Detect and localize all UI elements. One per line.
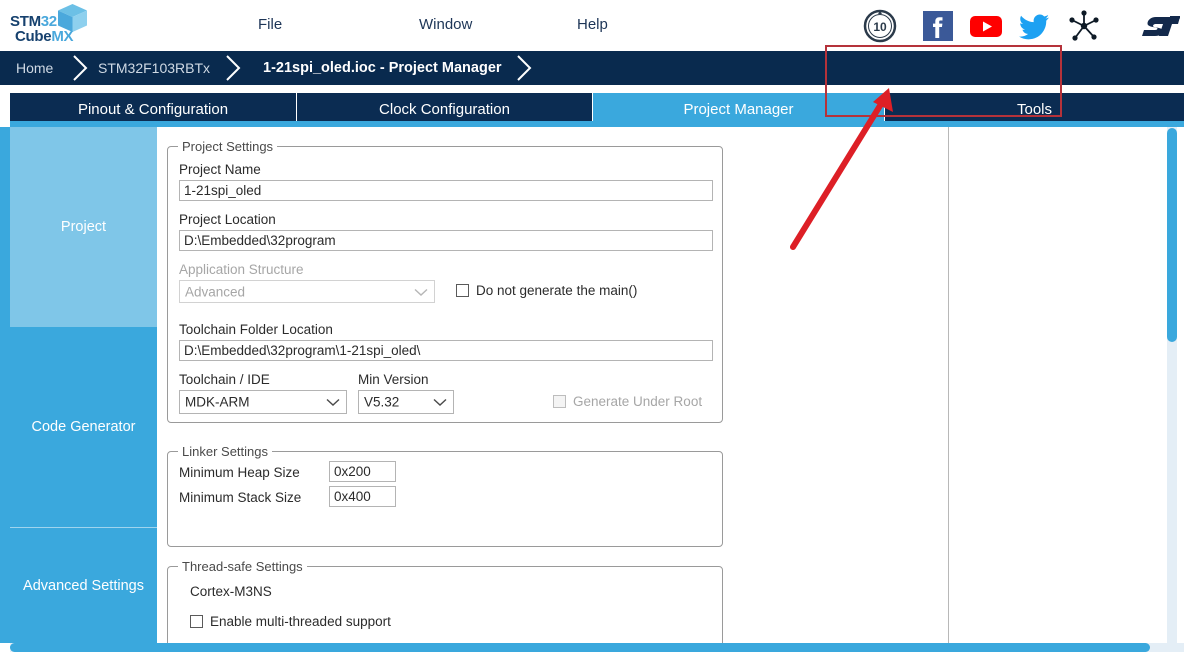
breadcrumb-item-device[interactable]: STM32F103RBTx <box>98 51 210 85</box>
toolchain-ide-select[interactable]: MDK-ARM <box>179 390 347 414</box>
menu-bar: STM32 CubeMX File Window Help 10 <box>0 0 1184 51</box>
application-structure-label: Application Structure <box>179 262 304 277</box>
breadcrumb: Home STM32F103RBTx 1-21spi_oled.ioc - Pr… <box>0 51 1184 132</box>
chevron-right-icon-2 <box>226 55 241 81</box>
ten-years-badge-icon[interactable]: 10 <box>862 8 898 44</box>
do-not-generate-main-checkbox[interactable]: Do not generate the main() <box>456 283 637 298</box>
panel-divider <box>948 127 949 643</box>
thread-safe-settings-group-title: Thread-safe Settings <box>178 559 307 574</box>
sidebar-item-code-generator[interactable]: Code Generator <box>10 327 157 527</box>
minimum-stack-size-label: Minimum Stack Size <box>179 490 302 505</box>
minimum-heap-size-input[interactable] <box>329 461 396 482</box>
project-settings-panel: Project Settings Project Name Project Lo… <box>157 127 1167 643</box>
minimum-stack-size-input[interactable] <box>329 486 396 507</box>
cubemx-logo: STM32 CubeMX <box>8 3 94 48</box>
share-network-icon[interactable] <box>1066 8 1102 44</box>
thread-safe-settings-group: Thread-safe Settings Cortex-M3NS Enable … <box>167 559 723 643</box>
min-version-select[interactable]: V5.32 <box>358 390 454 414</box>
toolchain-folder-location-input[interactable] <box>179 340 713 361</box>
horizontal-scrollbar-thumb[interactable] <box>10 643 1150 652</box>
generate-under-root-checkbox[interactable]: Generate Under Root <box>553 394 702 409</box>
twitter-icon[interactable] <box>1016 8 1052 44</box>
project-name-input[interactable] <box>179 180 713 201</box>
breadcrumb-item-current[interactable]: 1-21spi_oled.ioc - Project Manager <box>263 51 502 85</box>
do-not-generate-main-box[interactable] <box>456 284 469 297</box>
enable-multithread-box[interactable] <box>190 615 203 628</box>
linker-settings-group: Linker Settings Minimum Heap Size Minimu… <box>167 444 723 547</box>
project-location-label: Project Location <box>179 212 276 227</box>
chevron-down-icon <box>414 288 428 296</box>
linker-settings-group-title: Linker Settings <box>178 444 272 459</box>
toolchain-ide-value: MDK-ARM <box>185 394 250 410</box>
enable-multithread-checkbox[interactable]: Enable multi-threaded support <box>190 614 391 629</box>
min-version-label: Min Version <box>358 372 429 387</box>
chevron-down-icon <box>433 398 447 406</box>
toolchain-folder-location-label: Toolchain Folder Location <box>179 322 333 337</box>
chevron-right-icon-3 <box>517 55 532 81</box>
body-area: Project Code Generator Advanced Settings… <box>0 127 1184 661</box>
chevron-down-icon <box>326 398 340 406</box>
sidebar-item-code-generator-label: Code Generator <box>31 419 136 435</box>
project-manager-sidebar: Project Code Generator Advanced Settings <box>10 127 157 643</box>
menu-item-help[interactable]: Help <box>571 14 614 35</box>
sidebar-item-advanced-settings-label: Advanced Settings <box>23 577 144 594</box>
svg-text:10: 10 <box>873 20 887 34</box>
min-version-value: V5.32 <box>364 394 400 410</box>
generate-under-root-box[interactable] <box>553 395 566 408</box>
menu-item-window[interactable]: Window <box>413 14 478 35</box>
project-settings-group: Project Settings Project Name Project Lo… <box>167 139 723 423</box>
sidebar-item-project[interactable]: Project <box>10 127 157 327</box>
project-location-input[interactable] <box>179 230 713 251</box>
vertical-scrollbar-thumb[interactable] <box>1167 128 1177 342</box>
application-structure-select[interactable]: Advanced <box>179 280 435 303</box>
youtube-icon[interactable] <box>968 8 1004 44</box>
breadcrumb-item-home[interactable]: Home <box>16 51 53 85</box>
sidebar-item-advanced-settings[interactable]: Advanced Settings <box>10 528 157 643</box>
cortex-core-label: Cortex-M3NS <box>190 584 272 599</box>
do-not-generate-main-label: Do not generate the main() <box>476 283 638 298</box>
generate-under-root-label: Generate Under Root <box>573 394 703 409</box>
stm32cubemx-window: STM32 CubeMX File Window Help 10 Home ST… <box>0 0 1184 661</box>
application-structure-value: Advanced <box>185 284 246 299</box>
minimum-heap-size-label: Minimum Heap Size <box>179 465 300 480</box>
toolchain-ide-label: Toolchain / IDE <box>179 372 270 387</box>
project-name-label: Project Name <box>179 162 261 177</box>
sidebar-item-project-label: Project <box>60 219 107 235</box>
st-logo-icon[interactable] <box>1140 8 1184 44</box>
logo-text-stm32: STM32 <box>10 13 57 30</box>
chevron-right-icon-1 <box>73 55 88 81</box>
left-accent-rail <box>0 127 10 643</box>
facebook-icon[interactable] <box>920 8 956 44</box>
logo-text-cubemx: CubeMX <box>15 28 74 45</box>
project-settings-group-title: Project Settings <box>178 139 278 154</box>
enable-multithread-label: Enable multi-threaded support <box>210 614 391 629</box>
menu-item-file[interactable]: File <box>252 14 288 35</box>
